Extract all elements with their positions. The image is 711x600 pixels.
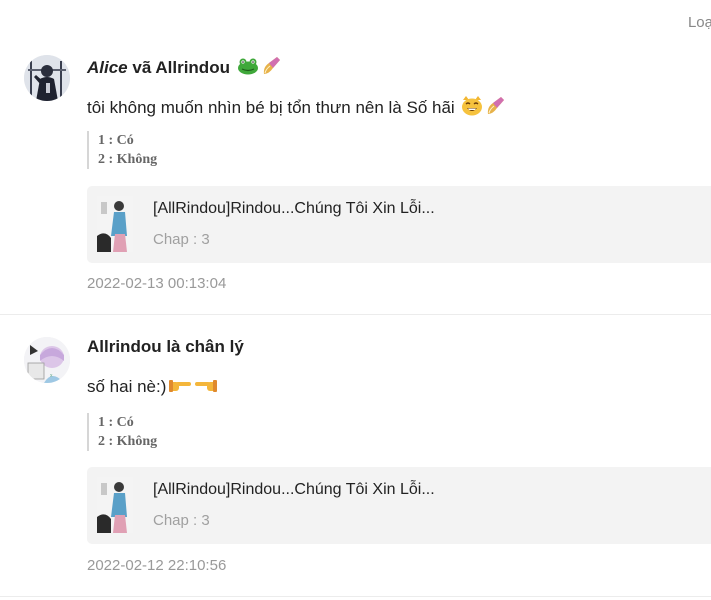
poll-option[interactable]: 1 : Có [98,131,157,150]
poll-option[interactable]: 1 : Có [98,413,157,432]
nail-polish-icon [261,55,283,82]
avatar[interactable]: x [24,337,70,383]
grinning-cat-icon [461,96,483,121]
comment-timestamp: 2022-02-12 22:10:56 [87,557,227,574]
divider [0,596,711,597]
comment-author[interactable]: Allrindou là chân lý [87,337,244,357]
author-name: vã Allrindou [127,57,230,77]
poll-option[interactable]: 2 : Không [98,432,157,451]
comment-timestamp: 2022-02-13 00:13:04 [87,275,227,292]
divider [0,314,711,315]
chapter-thumbnail [97,196,133,252]
comment-text-content: tôi không muốn nhìn bé bị tổn thưn nên l… [87,97,455,117]
frog-icon [237,57,259,80]
comment-author[interactable]: Alice vã Allrindou [87,55,283,82]
chapter-title: [AllRindou]Rindou...Chúng Tôi Xin Lỗi... [153,481,435,498]
nail-polish-icon [485,95,507,122]
comment-text-content: số hai nè:) [87,377,167,396]
chapter-thumbnail [97,477,133,533]
chapter-title: [AllRindou]Rindou...Chúng Tôi Xin Lỗi... [153,200,435,217]
chapter-number: Chap : 3 [153,231,210,248]
poll-options: 1 : Có 2 : Không [87,413,157,451]
comment-text: số hai nè:) [87,377,218,398]
chapter-card[interactable]: [AllRindou]Rindou...Chúng Tôi Xin Lỗi...… [87,467,711,544]
pointing-right-icon [168,377,192,398]
comment-text: tôi không muốn nhìn bé bị tổn thưn nên l… [87,95,507,122]
chapter-card[interactable]: [AllRindou]Rindou...Chúng Tôi Xin Lỗi...… [87,186,711,263]
avatar[interactable] [24,55,70,101]
load-more-link[interactable]: Loạ [688,14,711,31]
author-name-italic: Alice [87,57,128,77]
author-name: Allrindou là chân lý [87,337,244,356]
chapter-number: Chap : 3 [153,512,210,529]
poll-option[interactable]: 2 : Không [98,150,157,169]
poll-options: 1 : Có 2 : Không [87,131,157,169]
pointing-left-icon [194,377,218,398]
